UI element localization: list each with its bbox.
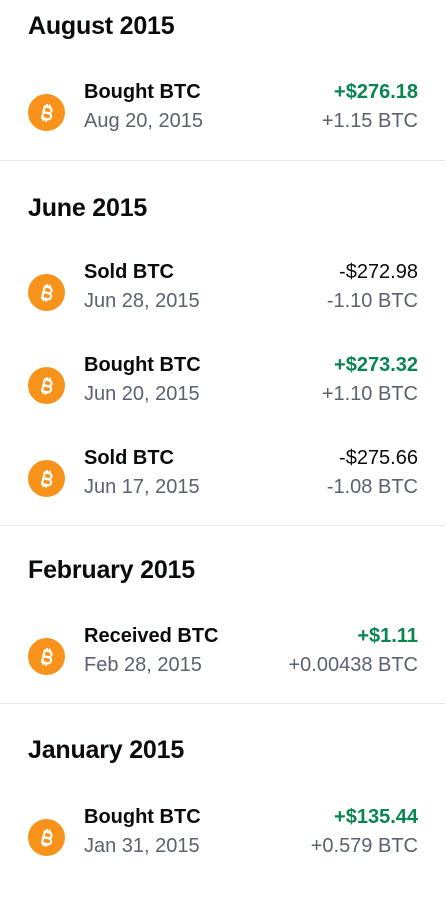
transaction-fiat-amount: +$1.11: [357, 625, 418, 647]
month-heading: January 2015: [28, 736, 185, 764]
transaction-list: August 2015 Bought BTC Aug 20, 2015 +$27…: [0, 0, 445, 884]
transaction-fiat-amount: +$276.18: [334, 81, 418, 103]
bitcoin-icon: [28, 460, 65, 497]
transaction-crypto-amount: +1.15 BTC: [321, 110, 418, 132]
month-heading: August 2015: [28, 12, 175, 40]
transaction-row[interactable]: Bought BTC Jun 20, 2015 +$273.32 +1.10 B…: [0, 339, 445, 432]
bitcoin-icon: [28, 367, 65, 404]
month-heading: June 2015: [28, 194, 148, 222]
transaction-date: Jun 28, 2015: [84, 290, 200, 312]
transaction-title: Sold BTC: [84, 447, 174, 469]
transaction-title: Bought BTC: [84, 354, 201, 376]
transaction-row[interactable]: Sold BTC Jun 17, 2015 -$275.66 -1.08 BTC: [0, 432, 445, 525]
transaction-row[interactable]: Bought BTC Jan 31, 2015 +$135.44 +0.579 …: [0, 791, 445, 884]
transaction-date: Aug 20, 2015: [84, 110, 203, 132]
month-section: January 2015 Bought BTC Jan 31, 2015 +$1…: [0, 703, 445, 884]
transaction-row[interactable]: Bought BTC Aug 20, 2015 +$276.18 +1.15 B…: [0, 66, 445, 159]
month-section: June 2015 Sold BTC Jun 28, 2015 -$272.98…: [0, 160, 445, 525]
transaction-date: Jun 17, 2015: [84, 476, 200, 498]
transaction-crypto-amount: -1.08 BTC: [326, 476, 418, 498]
month-section: August 2015 Bought BTC Aug 20, 2015 +$27…: [0, 0, 445, 160]
transaction-row[interactable]: Sold BTC Jun 28, 2015 -$272.98 -1.10 BTC: [0, 246, 445, 339]
bitcoin-icon: [28, 274, 65, 311]
transaction-fiat-amount: -$275.66: [339, 447, 418, 469]
transaction-row[interactable]: Received BTC Feb 28, 2015 +$1.11 +0.0043…: [0, 610, 445, 703]
transaction-date: Feb 28, 2015: [84, 654, 202, 676]
transaction-crypto-amount: +0.00438 BTC: [288, 654, 418, 676]
transaction-title: Sold BTC: [84, 261, 174, 283]
month-heading: February 2015: [28, 556, 195, 584]
transaction-crypto-amount: +0.579 BTC: [310, 835, 418, 857]
transaction-title: Bought BTC: [84, 806, 201, 828]
transaction-title: Received BTC: [84, 625, 219, 647]
transaction-date: Jan 31, 2015: [84, 835, 200, 857]
transaction-crypto-amount: +1.10 BTC: [321, 383, 418, 405]
bitcoin-icon: [28, 819, 65, 856]
transaction-fiat-amount: +$273.32: [334, 354, 418, 376]
transaction-fiat-amount: -$272.98: [339, 261, 418, 283]
bitcoin-icon: [28, 638, 65, 675]
transaction-crypto-amount: -1.10 BTC: [326, 290, 418, 312]
bitcoin-icon: [28, 94, 65, 131]
transaction-fiat-amount: +$135.44: [334, 806, 418, 828]
transaction-date: Jun 20, 2015: [84, 383, 200, 405]
transaction-title: Bought BTC: [84, 81, 201, 103]
month-section: February 2015 Received BTC Feb 28, 2015 …: [0, 525, 445, 703]
